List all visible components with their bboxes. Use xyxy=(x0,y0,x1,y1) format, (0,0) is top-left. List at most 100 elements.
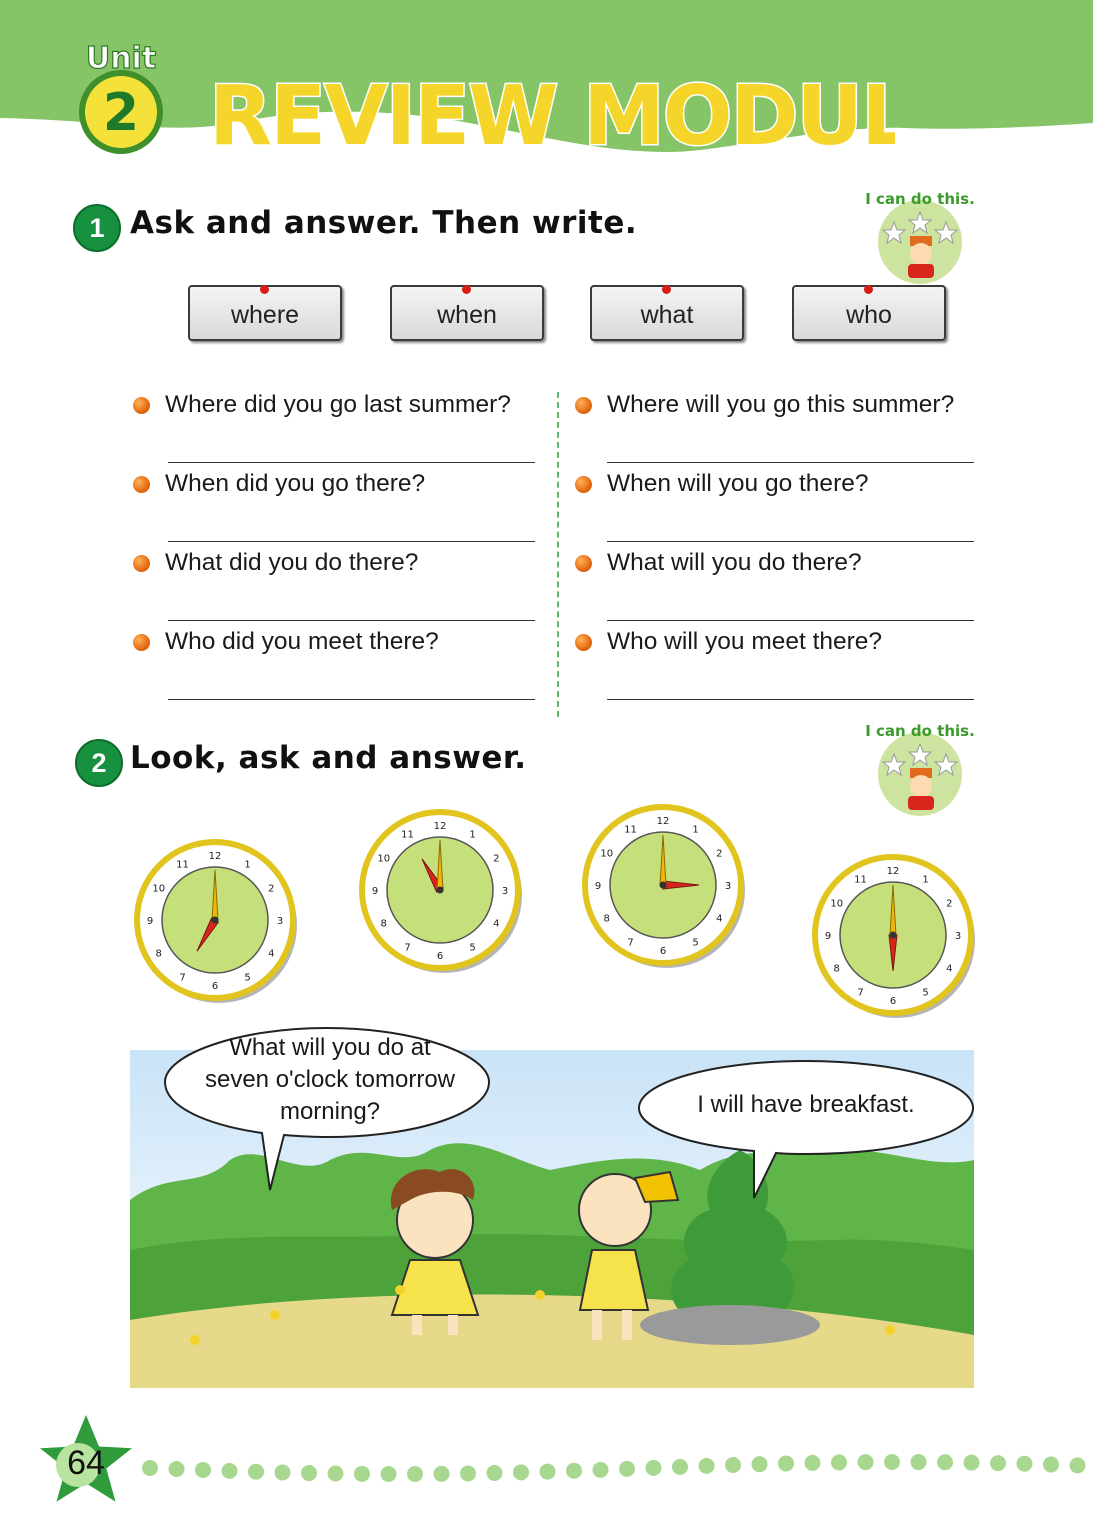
section-1-number: 1 xyxy=(73,204,121,252)
bullet-icon xyxy=(133,555,150,572)
border-dot xyxy=(619,1460,635,1477)
answer-line[interactable] xyxy=(607,620,974,621)
clock-pin xyxy=(659,881,667,889)
bubble-line: What will you do at xyxy=(229,1034,431,1061)
clock-number: 1 xyxy=(922,875,928,886)
right-question-3: What will you do there? xyxy=(607,549,862,576)
section-2-title: Look, ask and answer. xyxy=(130,740,527,776)
unit-badge: 2 Unit xyxy=(79,40,163,154)
bullet-icon xyxy=(575,476,592,493)
clock-number: 6 xyxy=(890,996,896,1007)
border-dot xyxy=(486,1464,503,1481)
border-dot xyxy=(831,1454,847,1471)
answer-line[interactable] xyxy=(168,620,535,621)
clock-number: 3 xyxy=(502,886,508,897)
clock-number: 7 xyxy=(627,937,633,948)
border-dot xyxy=(142,1460,158,1476)
border-dot xyxy=(645,1459,662,1476)
bubble-line: seven o'clock tomorrow xyxy=(204,1066,455,1093)
clock-number: 5 xyxy=(922,987,928,998)
answer-line[interactable] xyxy=(168,699,535,700)
answer-line[interactable] xyxy=(168,541,535,542)
dotted-border xyxy=(142,1454,1086,1482)
clock-number: 5 xyxy=(692,937,698,948)
page-number: 64 xyxy=(67,1444,105,1482)
word-card-what: what xyxy=(590,285,744,341)
clock-number: 12 xyxy=(887,866,900,877)
border-dot xyxy=(460,1465,476,1482)
word-where: where xyxy=(230,301,300,329)
can-do-badge-1: I can do this. xyxy=(865,190,975,288)
word-card-who: who xyxy=(792,285,946,341)
border-dot xyxy=(407,1465,423,1482)
clock-number: 9 xyxy=(825,931,831,942)
answer-line[interactable] xyxy=(607,699,974,700)
word-card-where: where xyxy=(188,285,342,341)
border-dot xyxy=(195,1461,211,1478)
clock-pin xyxy=(436,886,444,894)
border-dot xyxy=(380,1465,397,1482)
clock-number: 10 xyxy=(830,899,843,910)
border-dot xyxy=(1069,1457,1086,1474)
left-question-3: What did you do there? xyxy=(165,549,419,576)
clock-number: 10 xyxy=(377,854,390,865)
clock-number: 6 xyxy=(437,951,443,962)
border-dot xyxy=(221,1462,238,1479)
clock-three: 121234567891011 xyxy=(582,804,745,968)
border-dot xyxy=(1016,1455,1033,1472)
clock-number: 10 xyxy=(152,884,165,895)
bullet-icon xyxy=(133,476,150,493)
boy-with-hat-icon xyxy=(908,236,934,278)
word-what: what xyxy=(640,301,694,329)
clock-number: 2 xyxy=(716,849,722,860)
left-question-4: Who did you meet there? xyxy=(165,628,439,655)
clock-seven: 121234567891011 xyxy=(134,839,297,1003)
border-dot xyxy=(327,1465,344,1482)
bullet-icon xyxy=(133,634,150,651)
clock-number: 12 xyxy=(209,851,222,862)
clock-number: 1 xyxy=(469,830,475,841)
speech-bubble-answer xyxy=(637,1059,975,1199)
clock-number: 6 xyxy=(660,946,666,957)
clock-number: 8 xyxy=(834,964,840,975)
clock-number: 2 xyxy=(268,884,274,895)
answer-line[interactable] xyxy=(607,462,974,463)
pin-dot-icon xyxy=(260,285,269,294)
answer-line[interactable] xyxy=(168,462,535,463)
clock-number: 4 xyxy=(268,949,274,960)
review-module-title: REVIEW MODULE xyxy=(208,68,896,166)
word-when: when xyxy=(437,301,497,329)
unit-number: 2 xyxy=(103,83,139,143)
pin-dot-icon xyxy=(462,285,471,294)
left-question-2: When did you go there? xyxy=(165,470,426,497)
clock-number: 6 xyxy=(212,981,218,992)
bullet-icon xyxy=(575,397,592,414)
left-question-1: Where did you go last summer? xyxy=(165,391,511,418)
clock-number: 9 xyxy=(595,881,601,892)
border-dot xyxy=(592,1461,609,1478)
border-dot xyxy=(751,1456,768,1473)
clock-number: 8 xyxy=(381,919,387,930)
clock-number: 9 xyxy=(372,886,378,897)
border-dot xyxy=(778,1455,794,1472)
border-dot xyxy=(168,1460,185,1477)
border-dot xyxy=(248,1463,264,1480)
clock-number: 11 xyxy=(854,875,867,886)
bubble-line: morning? xyxy=(279,1098,381,1125)
clock-number: 3 xyxy=(277,916,283,927)
clock-number: 11 xyxy=(624,825,637,836)
right-question-4: Who will you meet there? xyxy=(607,628,883,655)
word-who: who xyxy=(846,301,892,329)
border-dot xyxy=(698,1457,715,1474)
border-dot xyxy=(274,1464,291,1481)
border-dot xyxy=(963,1454,980,1471)
clock-eleven: 121234567891011 xyxy=(359,809,522,973)
clock-number: 4 xyxy=(493,919,499,930)
border-dot xyxy=(513,1464,529,1481)
answer-line[interactable] xyxy=(607,541,974,542)
border-dot xyxy=(566,1462,582,1479)
border-dot xyxy=(857,1454,874,1471)
clock-number: 3 xyxy=(955,931,961,942)
clock-number: 12 xyxy=(434,821,447,832)
clock-number: 11 xyxy=(176,860,189,871)
